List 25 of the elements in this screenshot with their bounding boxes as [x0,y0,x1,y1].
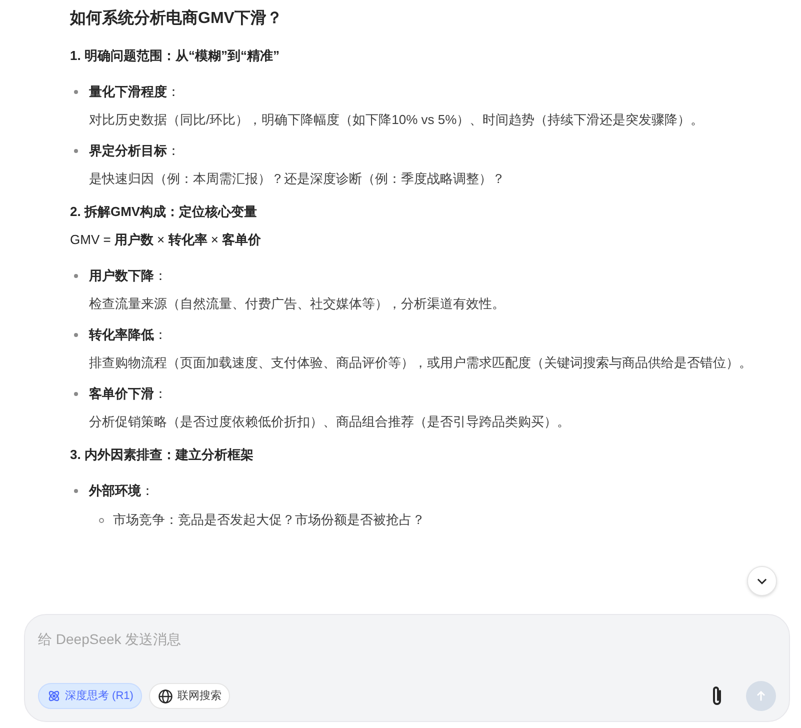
scroll-down-button[interactable] [747,566,777,596]
item-description: 排查购物流程（页面加载速度、支付体验、商品评价等），或用户需求匹配度（关键词搜索与商品供给是否错位）。 [89,354,753,372]
formula-text: GMV = 用户数 × 转化率 × 客单价 [70,231,262,249]
item-description: 分析促销策略（是否过度依赖低价折扣）、商品组合推荐（是否引导跨品类购买）。 [89,413,571,431]
atom-icon [47,689,61,703]
deep-think-toggle[interactable]: 深度思考 (R1) [38,683,142,709]
item-label: 界定分析目标： [89,142,181,160]
web-search-toggle[interactable]: 联网搜索 [149,683,230,709]
item-description: 是快速归因（例：本周需汇报）？还是深度诊断（例：季度战略调整）？ [89,170,506,188]
arrow-up-icon [754,689,768,703]
section-heading: 3. 内外因素排查：建立分析框架 [70,446,254,464]
section-heading: 1. 明确问题范围：从“模糊”到“精准” [70,47,280,65]
section-heading: 2. 拆解GMV构成：定位核心变量 [70,203,258,221]
item-label: 量化下滑程度： [89,83,181,101]
paperclip-icon [710,685,724,707]
item-label: 用户数下降： [89,267,168,285]
item-label: 外部环境： [89,482,155,500]
globe-icon [158,688,174,704]
item-description: 对比历史数据（同比/环比），明确下降幅度（如下降10% vs 5%）、时间趋势（持续下滑还是突发骤降）。 [89,111,705,129]
item-description: 检查流量来源（自然流量、付费广告、社交媒体等），分析渠道有效性。 [89,295,506,313]
item-label: 客单价下滑： [89,385,168,403]
answer-title: 如何系统分析电商GMV下滑？ [70,8,284,29]
sub-item-text: 市场竞争：竞品是否发起大促？市场份额是否被抢占？ [113,511,425,529]
item-label: 转化率降低： [89,326,168,344]
message-input[interactable]: 给 DeepSeek 发送消息 [38,627,776,651]
